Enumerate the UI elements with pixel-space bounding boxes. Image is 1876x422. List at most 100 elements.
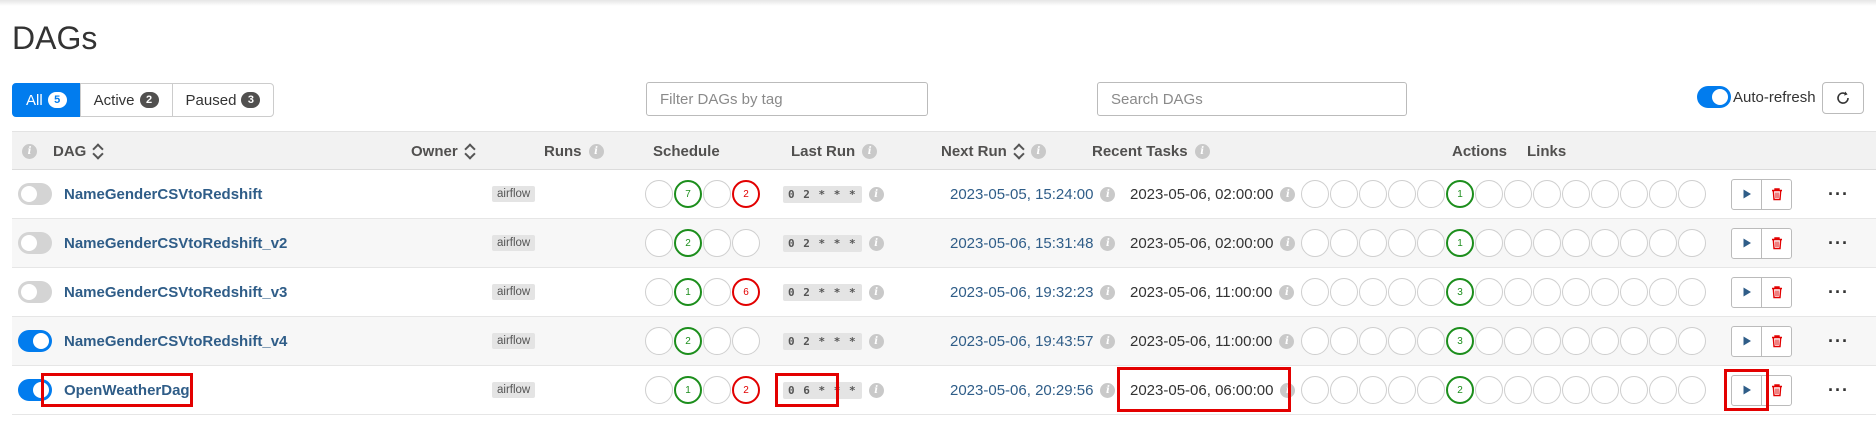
more-icon[interactable]: ··· (1828, 282, 1849, 303)
refresh-button[interactable] (1822, 82, 1864, 114)
task-status-circle[interactable] (1562, 229, 1590, 257)
task-status-circle[interactable]: 3 (1446, 327, 1474, 355)
task-status-circle[interactable] (1620, 327, 1648, 355)
task-status-circle[interactable] (1649, 376, 1677, 404)
dag-pause-toggle[interactable] (18, 330, 52, 352)
owner-tag[interactable]: airflow (492, 186, 536, 202)
tag-filter-input[interactable] (646, 82, 928, 116)
task-status-circle[interactable] (1388, 376, 1416, 404)
delete-dag-button[interactable] (1761, 178, 1792, 210)
last-run-link[interactable]: 2023-05-06, 20:29:56 (950, 382, 1093, 399)
info-icon[interactable]: i (868, 186, 884, 202)
task-status-circle[interactable] (1591, 229, 1619, 257)
trigger-dag-button[interactable] (1731, 178, 1762, 210)
owner-tag[interactable]: airflow (492, 235, 536, 251)
info-icon[interactable]: i (1100, 235, 1116, 251)
task-status-circle[interactable]: 1 (1446, 229, 1474, 257)
task-status-circle[interactable]: 3 (1446, 278, 1474, 306)
task-status-circle[interactable] (1475, 376, 1503, 404)
task-status-circle[interactable] (1417, 229, 1445, 257)
dag-pause-toggle[interactable] (18, 232, 52, 254)
task-status-circle[interactable] (1301, 180, 1329, 208)
task-status-circle[interactable] (1649, 180, 1677, 208)
filter-active-button[interactable]: Active 2 (79, 83, 173, 117)
last-run-link[interactable]: 2023-05-06, 19:32:23 (950, 284, 1093, 301)
task-status-circle[interactable] (1533, 327, 1561, 355)
more-icon[interactable]: ··· (1828, 233, 1849, 254)
task-status-circle[interactable] (1330, 278, 1358, 306)
run-status-circle[interactable] (732, 229, 760, 257)
task-status-circle[interactable] (1649, 327, 1677, 355)
info-icon[interactable]: i (1279, 333, 1295, 349)
run-status-circle[interactable]: 7 (674, 180, 702, 208)
info-icon[interactable]: i (1280, 235, 1296, 251)
task-status-circle[interactable] (1620, 229, 1648, 257)
task-status-circle[interactable] (1359, 327, 1387, 355)
task-status-circle[interactable] (1301, 327, 1329, 355)
task-status-circle[interactable] (1417, 327, 1445, 355)
task-status-circle[interactable]: 1 (1446, 180, 1474, 208)
dag-pause-toggle[interactable] (18, 183, 52, 205)
dag-name-link[interactable]: NameGenderCSVtoRedshift (64, 186, 262, 203)
dag-name-link[interactable]: NameGenderCSVtoRedshift_v3 (64, 284, 287, 301)
delete-dag-button[interactable] (1761, 276, 1792, 308)
task-status-circle[interactable] (1649, 278, 1677, 306)
run-status-circle[interactable]: 1 (674, 278, 702, 306)
task-status-circle[interactable] (1678, 180, 1706, 208)
dag-name-link[interactable]: OpenWeatherDag (64, 382, 190, 399)
dag-pause-toggle[interactable] (18, 379, 52, 401)
info-icon[interactable]: i (868, 333, 884, 349)
dag-pause-toggle[interactable] (18, 281, 52, 303)
task-status-circle[interactable] (1388, 327, 1416, 355)
task-status-circle[interactable] (1475, 229, 1503, 257)
task-status-circle[interactable] (1504, 327, 1532, 355)
task-status-circle[interactable] (1359, 229, 1387, 257)
delete-dag-button[interactable] (1761, 374, 1792, 406)
task-status-circle[interactable] (1330, 376, 1358, 404)
run-status-circle[interactable]: 2 (732, 376, 760, 404)
more-icon[interactable]: ··· (1828, 331, 1849, 352)
run-status-circle[interactable] (703, 229, 731, 257)
trigger-dag-button[interactable] (1731, 276, 1762, 308)
task-status-circle[interactable] (1562, 376, 1590, 404)
task-status-circle[interactable] (1475, 278, 1503, 306)
run-status-circle[interactable]: 2 (732, 180, 760, 208)
delete-dag-button[interactable] (1761, 325, 1792, 357)
column-next-run[interactable]: Next Run i (941, 132, 1046, 170)
schedule-tag[interactable]: 0 2 * * * (783, 332, 862, 350)
run-status-circle[interactable] (645, 229, 673, 257)
task-status-circle[interactable] (1475, 180, 1503, 208)
task-status-circle[interactable] (1330, 180, 1358, 208)
run-status-circle[interactable] (703, 327, 731, 355)
info-icon[interactable]: i (868, 382, 884, 398)
task-status-circle[interactable] (1678, 327, 1706, 355)
last-run-link[interactable]: 2023-05-06, 15:31:48 (950, 235, 1093, 252)
dag-name-link[interactable]: NameGenderCSVtoRedshift_v4 (64, 333, 287, 350)
task-status-circle[interactable]: 2 (1446, 376, 1474, 404)
task-status-circle[interactable] (1678, 229, 1706, 257)
filter-all-button[interactable]: All 5 (12, 83, 81, 117)
schedule-tag[interactable]: 0 2 * * * (783, 234, 862, 252)
run-status-circle[interactable] (703, 180, 731, 208)
task-status-circle[interactable] (1504, 180, 1532, 208)
task-status-circle[interactable] (1388, 229, 1416, 257)
run-status-circle[interactable]: 2 (674, 327, 702, 355)
task-status-circle[interactable] (1359, 180, 1387, 208)
dag-name-link[interactable]: NameGenderCSVtoRedshift_v2 (64, 235, 287, 252)
task-status-circle[interactable] (1301, 229, 1329, 257)
run-status-circle[interactable] (645, 180, 673, 208)
task-status-circle[interactable] (1417, 180, 1445, 208)
task-status-circle[interactable] (1359, 376, 1387, 404)
task-status-circle[interactable] (1417, 376, 1445, 404)
task-status-circle[interactable] (1591, 376, 1619, 404)
schedule-tag[interactable]: 0 2 * * * (783, 283, 862, 301)
schedule-tag[interactable]: 0 2 * * * (783, 185, 862, 203)
info-icon[interactable]: i (1279, 284, 1295, 300)
task-status-circle[interactable] (1504, 376, 1532, 404)
trigger-dag-button[interactable] (1731, 374, 1762, 406)
run-status-circle[interactable]: 1 (674, 376, 702, 404)
trigger-dag-button[interactable] (1731, 227, 1762, 259)
run-status-circle[interactable] (703, 278, 731, 306)
task-status-circle[interactable] (1475, 327, 1503, 355)
info-icon[interactable]: i (1100, 382, 1116, 398)
